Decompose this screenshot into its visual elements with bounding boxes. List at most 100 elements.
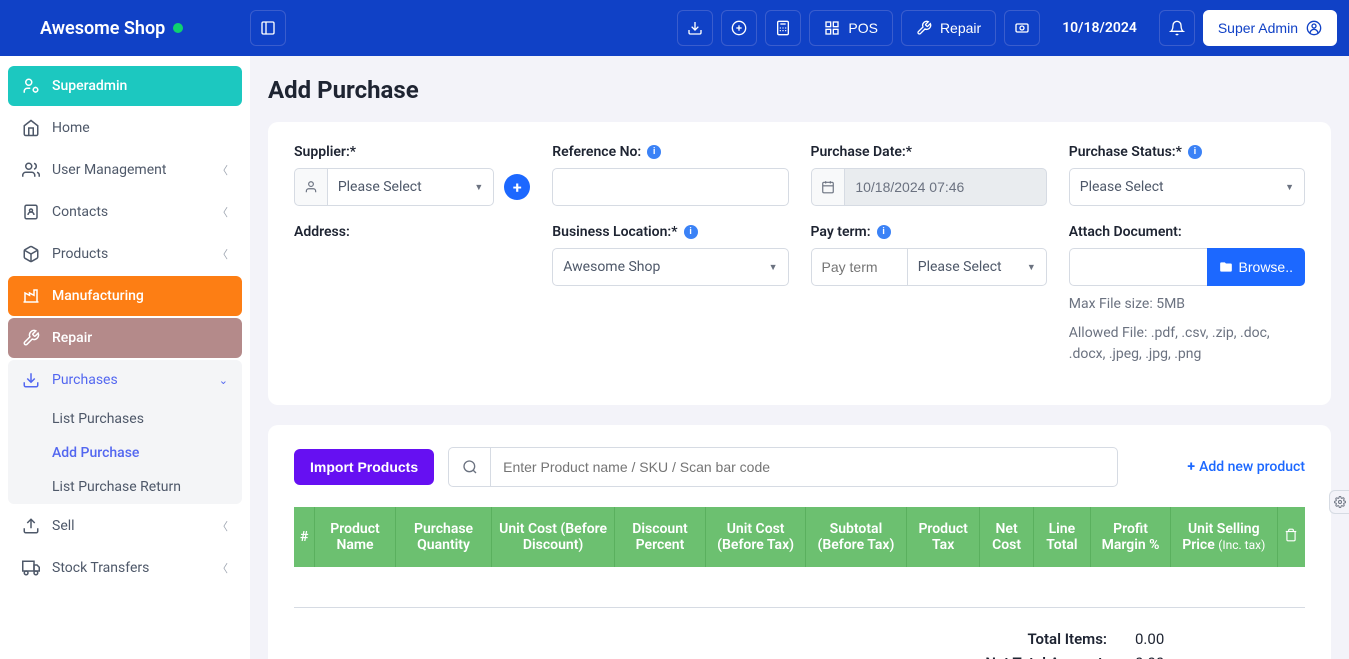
- calculator-button[interactable]: [765, 10, 801, 46]
- sidebar-item-purchases[interactable]: Purchases ⌄: [8, 360, 242, 400]
- totals-section: Total Items: 0.00 Net Total Amount: 0.00: [294, 607, 1305, 659]
- folder-open-icon: [1219, 260, 1233, 274]
- products-table: # Product Name Purchase Quantity Unit Co…: [294, 507, 1305, 567]
- reference-no-input[interactable]: [552, 168, 788, 206]
- net-total-label: Net Total Amount:: [947, 654, 1107, 659]
- top-header: Awesome Shop POS Repair 10/18/2024: [0, 0, 1349, 56]
- notifications-button[interactable]: [1159, 10, 1195, 46]
- purchase-form-card: Supplier:* Please Select + Reference No:…: [268, 122, 1331, 405]
- sidebar-item-sell[interactable]: Sell 〈: [8, 506, 242, 546]
- sidebar-label: Stock Transfers: [52, 560, 149, 576]
- refno-label: Reference No:: [552, 144, 641, 160]
- col-unit-cost-before-discount: Unit Cost (Before Discount): [492, 507, 614, 567]
- sidebar-item-products[interactable]: Products 〈: [8, 234, 242, 274]
- wrench-icon: [22, 329, 40, 347]
- wrench-icon: [916, 20, 932, 36]
- settings-drawer-toggle[interactable]: [1329, 490, 1349, 514]
- sidebar-label: Purchases: [52, 372, 118, 388]
- info-icon[interactable]: i: [684, 225, 698, 239]
- chevron-left-icon: 〈: [217, 246, 228, 262]
- col-discount-percent: Discount Percent: [614, 507, 705, 567]
- pay-term-unit-select[interactable]: Please Select: [907, 248, 1047, 286]
- import-products-button[interactable]: Import Products: [294, 449, 434, 485]
- attach-document-label: Attach Document:: [1069, 224, 1305, 240]
- user-menu-button[interactable]: Super Admin: [1203, 10, 1337, 46]
- user-cog-icon: [22, 77, 40, 95]
- col-product-tax: Product Tax: [906, 507, 980, 567]
- truck-icon: [22, 559, 40, 577]
- info-icon[interactable]: i: [647, 145, 661, 159]
- supplier-label: Supplier:*: [294, 144, 530, 160]
- col-profit-margin: Profit Margin %: [1091, 507, 1171, 567]
- purchase-date-input[interactable]: [844, 168, 1046, 206]
- attach-document-input[interactable]: [1069, 248, 1207, 286]
- trash-icon: [1284, 528, 1298, 542]
- info-icon[interactable]: i: [877, 225, 891, 239]
- download-button[interactable]: [677, 10, 713, 46]
- page-title: Add Purchase: [268, 76, 1331, 104]
- main-content: Add Purchase Supplier:* Please Select + …: [250, 56, 1349, 659]
- sidebar-label: Products: [52, 246, 108, 262]
- info-icon[interactable]: i: [1188, 145, 1202, 159]
- panel-left-icon: [260, 20, 276, 36]
- sidebar-label: Home: [52, 120, 90, 136]
- col-unit-cost-before-tax: Unit Cost (Before Tax): [706, 507, 806, 567]
- pay-term-label: Pay term:: [811, 224, 871, 240]
- plus-icon: +: [1187, 459, 1195, 475]
- add-circle-button[interactable]: [721, 10, 757, 46]
- sidebar-item-stock-transfers[interactable]: Stock Transfers 〈: [8, 548, 242, 588]
- sidebar-item-home[interactable]: Home: [8, 108, 242, 148]
- calculator-icon: [775, 20, 791, 36]
- sidebar-label: Contacts: [52, 204, 108, 220]
- upload-icon: [22, 517, 40, 535]
- pos-label: POS: [848, 20, 878, 36]
- purchase-status-select[interactable]: Please Select: [1069, 168, 1305, 206]
- sidebar-item-superadmin[interactable]: Superadmin: [8, 66, 242, 106]
- sidebar-sub-list-purchases[interactable]: List Purchases: [8, 402, 242, 436]
- cash-register-icon: [1014, 20, 1030, 36]
- sidebar-label: Superadmin: [52, 78, 127, 94]
- business-location-select[interactable]: Awesome Shop: [552, 248, 788, 286]
- users-icon: [22, 161, 40, 179]
- sidebar-item-contacts[interactable]: Contacts 〈: [8, 192, 242, 232]
- repair-button[interactable]: Repair: [901, 10, 996, 46]
- browse-button[interactable]: Browse..: [1207, 248, 1305, 286]
- col-unit-selling-price: Unit Selling Price (Inc. tax): [1171, 507, 1277, 567]
- chevron-left-icon: 〈: [217, 560, 228, 576]
- sidebar-sub-add-purchase[interactable]: Add Purchase: [8, 436, 242, 470]
- sidebar-label: Manufacturing: [52, 288, 144, 304]
- pos-button[interactable]: POS: [809, 10, 893, 46]
- pay-term-input[interactable]: [811, 248, 907, 286]
- file-hint-types: Allowed File: .pdf, .csv, .zip, .doc, .d…: [1069, 323, 1305, 365]
- col-net-cost: Net Cost: [980, 507, 1033, 567]
- products-card: Import Products + Add new product # Prod…: [268, 425, 1331, 659]
- product-search-input[interactable]: [490, 447, 1118, 487]
- package-icon: [22, 245, 40, 263]
- add-supplier-button[interactable]: +: [504, 174, 530, 200]
- total-items-label: Total Items:: [947, 630, 1107, 648]
- user-icon: [294, 168, 327, 206]
- purchase-status-label: Purchase Status:*: [1069, 144, 1182, 160]
- add-new-product-link[interactable]: + Add new product: [1187, 459, 1305, 475]
- brand-logo[interactable]: Awesome Shop: [12, 18, 250, 39]
- col-number: #: [294, 507, 315, 567]
- sidebar-sub-list-purchase-return[interactable]: List Purchase Return: [8, 470, 242, 504]
- plus-circle-icon: [731, 20, 747, 36]
- sidebar-item-manufacturing[interactable]: Manufacturing: [8, 276, 242, 316]
- chevron-down-icon: ⌄: [219, 374, 228, 387]
- cash-register-button[interactable]: [1004, 10, 1040, 46]
- brand-text: Awesome Shop: [40, 18, 165, 39]
- status-dot-icon: [173, 23, 183, 33]
- sidebar-item-user-management[interactable]: User Management 〈: [8, 150, 242, 190]
- sidebar: Superadmin Home User Management 〈 Contac…: [0, 56, 250, 659]
- supplier-select[interactable]: Please Select: [327, 168, 494, 206]
- sidebar-item-repair[interactable]: Repair: [8, 318, 242, 358]
- chevron-left-icon: 〈: [217, 162, 228, 178]
- sidebar-toggle-button[interactable]: [250, 10, 286, 46]
- chevron-left-icon: 〈: [217, 518, 228, 534]
- address-label: Address:: [294, 224, 530, 240]
- total-items-value: 0.00: [1135, 630, 1175, 648]
- col-delete: [1277, 507, 1305, 567]
- search-icon: [448, 447, 490, 487]
- bell-icon: [1169, 20, 1185, 36]
